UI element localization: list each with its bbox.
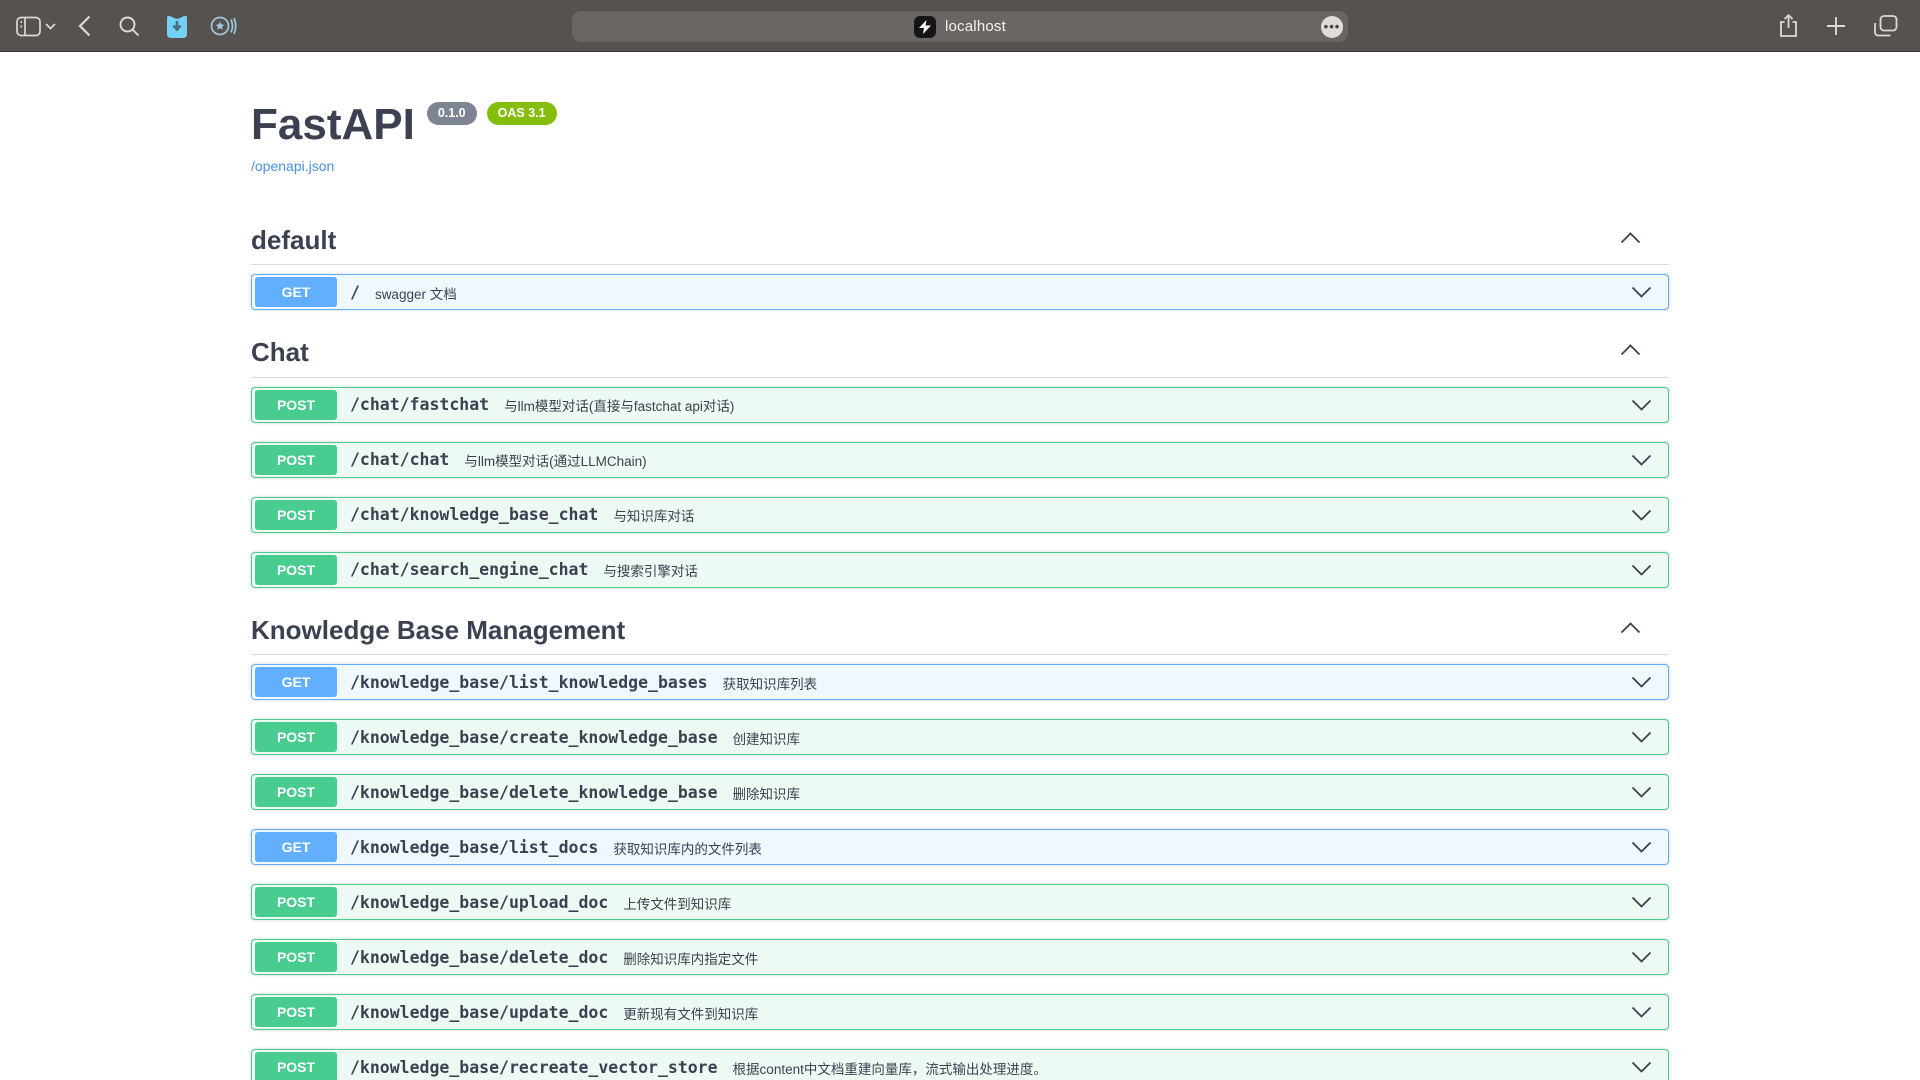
operation-row[interactable]: POST /chat/knowledge_base_chat 与知识库对话	[251, 497, 1669, 533]
swagger-ui-page: FastAPI 0.1.0 OAS 3.1 /openapi.json defa…	[0, 52, 1920, 1080]
chevron-down-icon[interactable]	[1631, 564, 1652, 576]
operation-path: /	[350, 283, 360, 302]
operation-description: 删除知识库内指定文件	[623, 948, 758, 968]
method-badge: POST	[255, 390, 337, 420]
section-title: default	[251, 224, 336, 257]
operation-description: 与llm模型对话(通过LLMChain)	[464, 450, 646, 470]
operation-row[interactable]: POST /knowledge_base/update_doc 更新现有文件到知…	[251, 994, 1669, 1030]
oas-badge: OAS 3.1	[487, 102, 557, 125]
method-badge: GET	[255, 277, 337, 307]
method-badge: POST	[255, 942, 337, 972]
method-badge: POST	[255, 445, 337, 475]
chevron-down-icon[interactable]	[1631, 1006, 1652, 1018]
method-badge: POST	[255, 722, 337, 752]
section-header-chat[interactable]: Chat	[251, 336, 1669, 378]
star-broadcast-extension-icon[interactable]	[210, 15, 237, 37]
operation-path: /knowledge_base/delete_doc	[350, 948, 608, 967]
method-badge: POST	[255, 555, 337, 585]
api-info: FastAPI 0.1.0 OAS 3.1 /openapi.json	[251, 52, 1669, 176]
operation-row[interactable]: POST /knowledge_base/delete_knowledge_ba…	[251, 774, 1669, 810]
openapi-spec-link[interactable]: /openapi.json	[251, 158, 334, 174]
method-badge: GET	[255, 832, 337, 862]
operation-description: 与llm模型对话(直接与fastchat api对话)	[504, 395, 734, 415]
operation-row[interactable]: GET /knowledge_base/list_docs 获取知识库内的文件列…	[251, 829, 1669, 865]
operation-path: /knowledge_base/list_docs	[350, 838, 598, 857]
section-knowledge-base-management: Knowledge Base Management GET /knowledge…	[251, 614, 1669, 1080]
operation-row[interactable]: POST /knowledge_base/create_knowledge_ba…	[251, 719, 1669, 755]
back-icon[interactable]	[78, 15, 91, 37]
operation-path: /knowledge_base/recreate_vector_store	[350, 1058, 718, 1077]
section-chat: Chat POST /chat/fastchat 与llm模型对话(直接与fas…	[251, 336, 1669, 588]
operation-description: 与知识库对话	[613, 505, 694, 525]
operation-description: 获取知识库内的文件列表	[613, 838, 762, 858]
method-badge: POST	[255, 1052, 337, 1080]
operation-description: 删除知识库	[733, 783, 801, 803]
section-header-knowledge-base-management[interactable]: Knowledge Base Management	[251, 614, 1669, 656]
chevron-down-icon[interactable]	[1631, 676, 1652, 688]
section-header-default[interactable]: default	[251, 224, 1669, 266]
operation-path: /knowledge_base/list_knowledge_bases	[350, 673, 708, 692]
chevron-down-icon[interactable]	[1631, 841, 1652, 853]
page-title: FastAPI	[251, 100, 415, 151]
browser-toolbar: localhost •••	[0, 0, 1920, 52]
operation-description: 创建知识库	[733, 728, 801, 748]
operation-path: /knowledge_base/update_doc	[350, 1003, 608, 1022]
address-bar[interactable]: localhost •••	[572, 11, 1348, 42]
operation-description: 更新现有文件到知识库	[623, 1003, 758, 1023]
operation-path: /chat/chat	[350, 450, 449, 469]
operation-description: 根据content中文档重建向量库，流式输出处理进度。	[733, 1058, 1047, 1078]
share-icon[interactable]	[1779, 14, 1798, 38]
chevron-down-icon[interactable]	[1631, 896, 1652, 908]
chevron-up-icon[interactable]	[1620, 621, 1641, 639]
operation-path: /knowledge_base/create_knowledge_base	[350, 728, 718, 747]
operation-description: 与搜索引擎对话	[603, 560, 698, 580]
fastapi-favicon-bolt-icon	[914, 16, 936, 38]
url-text: localhost	[945, 18, 1006, 35]
new-tab-plus-icon[interactable]	[1826, 16, 1846, 36]
method-badge: GET	[255, 667, 337, 697]
operation-row[interactable]: POST /knowledge_base/delete_doc 删除知识库内指定…	[251, 939, 1669, 975]
version-badge: 0.1.0	[427, 102, 477, 125]
method-badge: POST	[255, 997, 337, 1027]
chevron-down-icon[interactable]	[1631, 1061, 1652, 1073]
operation-path: /knowledge_base/upload_doc	[350, 893, 608, 912]
bookmark-download-extension-icon[interactable]	[166, 14, 188, 39]
operation-description: 上传文件到知识库	[623, 893, 731, 913]
operation-row[interactable]: POST /chat/chat 与llm模型对话(通过LLMChain)	[251, 442, 1669, 478]
method-badge: POST	[255, 777, 337, 807]
chevron-up-icon[interactable]	[1620, 343, 1641, 361]
sidebar-toggle-icon[interactable]	[16, 16, 41, 37]
chevron-down-icon[interactable]	[1631, 454, 1652, 466]
chevron-down-icon[interactable]	[1631, 731, 1652, 743]
chevron-down-icon[interactable]	[45, 23, 56, 30]
operation-path: /knowledge_base/delete_knowledge_base	[350, 783, 718, 802]
operation-row[interactable]: POST /knowledge_base/recreate_vector_sto…	[251, 1049, 1669, 1080]
tab-overview-icon[interactable]	[1874, 15, 1898, 37]
chevron-down-icon[interactable]	[1631, 951, 1652, 963]
chevron-down-icon[interactable]	[1631, 286, 1652, 298]
section-title: Knowledge Base Management	[251, 614, 625, 647]
ellipsis-more-icon[interactable]: •••	[1321, 16, 1343, 38]
operation-row[interactable]: GET / swagger 文档	[251, 274, 1669, 310]
operation-path: /chat/search_engine_chat	[350, 560, 588, 579]
method-badge: POST	[255, 500, 337, 530]
operation-row[interactable]: POST /knowledge_base/upload_doc 上传文件到知识库	[251, 884, 1669, 920]
operation-description: 获取知识库列表	[723, 673, 818, 693]
section-default: default GET / swagger 文档	[251, 224, 1669, 311]
operation-row[interactable]: POST /chat/fastchat 与llm模型对话(直接与fastchat…	[251, 387, 1669, 423]
operation-path: /chat/knowledge_base_chat	[350, 505, 598, 524]
search-icon[interactable]	[119, 16, 140, 37]
chevron-up-icon[interactable]	[1620, 231, 1641, 249]
chevron-down-icon[interactable]	[1631, 399, 1652, 411]
chevron-down-icon[interactable]	[1631, 786, 1652, 798]
section-title: Chat	[251, 336, 309, 369]
chevron-down-icon[interactable]	[1631, 509, 1652, 521]
method-badge: POST	[255, 887, 337, 917]
operation-path: /chat/fastchat	[350, 395, 489, 414]
operation-row[interactable]: GET /knowledge_base/list_knowledge_bases…	[251, 664, 1669, 700]
operation-row[interactable]: POST /chat/search_engine_chat 与搜索引擎对话	[251, 552, 1669, 588]
operation-description: swagger 文档	[375, 283, 457, 303]
